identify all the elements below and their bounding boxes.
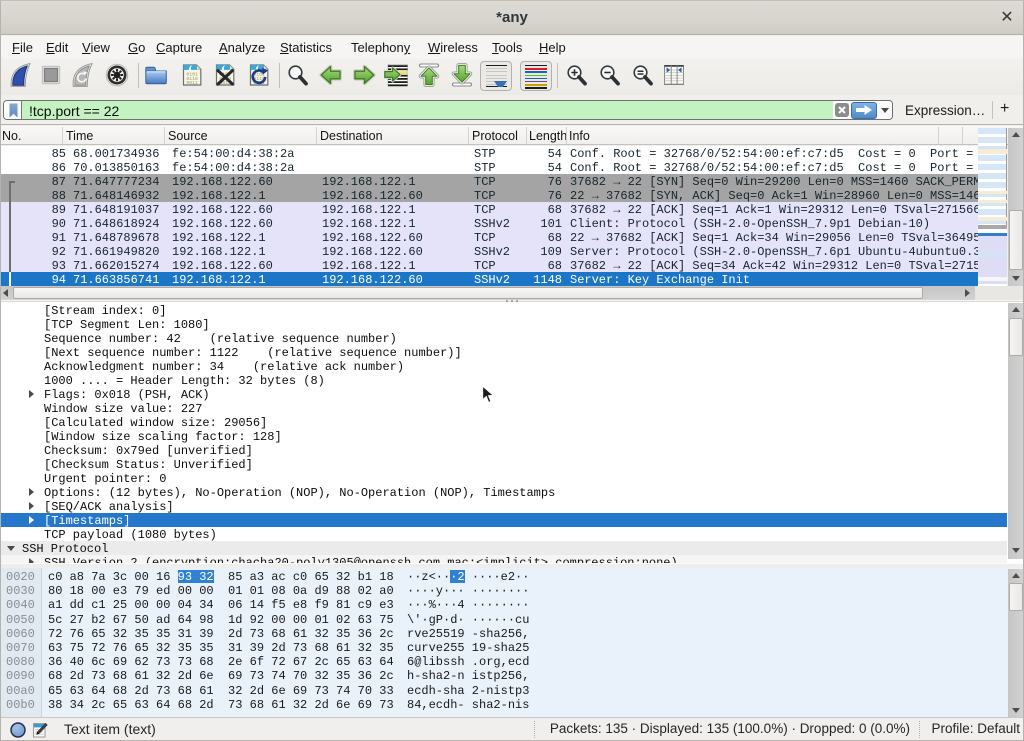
svg-text:0011: 0011 [186,80,198,86]
